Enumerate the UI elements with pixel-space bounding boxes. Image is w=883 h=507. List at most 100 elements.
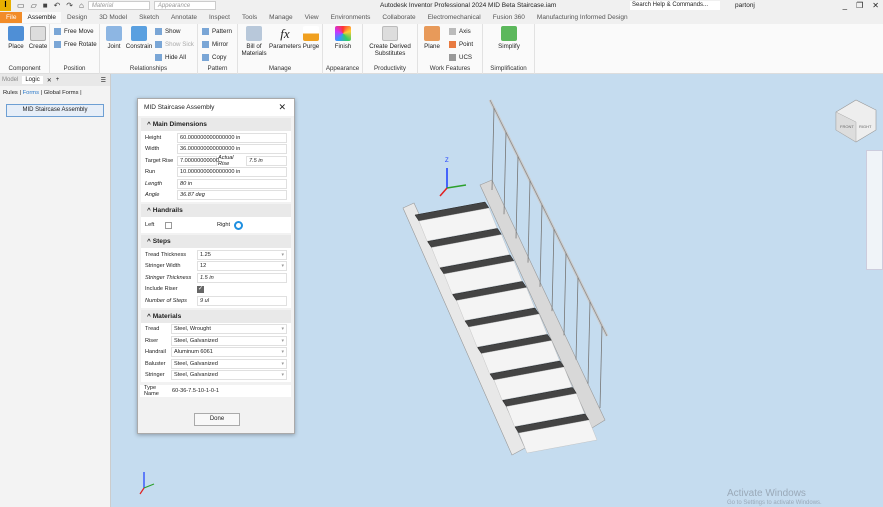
- plane-button[interactable]: Plane: [418, 26, 446, 50]
- baluster-material-dropdown[interactable]: Steel, Galvanized: [171, 358, 287, 369]
- view-cube[interactable]: FRONT RIGHT: [835, 99, 877, 143]
- material-combo[interactable]: Material: [87, 1, 150, 10]
- constrain-button[interactable]: Constrain: [122, 26, 156, 50]
- app-title: Autodesk Inventor Professional 2024 MID …: [380, 2, 557, 9]
- stringer-material-dropdown[interactable]: Steel, Galvanized: [171, 370, 287, 381]
- free-rotate-button[interactable]: Free Rotate: [54, 41, 97, 48]
- hide-all-button[interactable]: Hide All: [155, 54, 186, 61]
- restore-icon[interactable]: ❐: [856, 1, 863, 10]
- tab-electromechanical[interactable]: Electromechanical: [422, 14, 487, 21]
- baluster: [563, 253, 567, 336]
- tread-material-dropdown[interactable]: Steel, Wrought: [171, 324, 287, 335]
- run-field[interactable]: 10.000000000000000 in: [177, 167, 287, 178]
- group-label[interactable]: Pattern: [198, 65, 237, 72]
- axis-button[interactable]: Axis: [449, 28, 471, 35]
- label: Show Sick: [165, 41, 194, 49]
- inventor-logo[interactable]: I: [0, 0, 11, 11]
- tab-view[interactable]: View: [299, 14, 325, 21]
- section-handrails[interactable]: ^ Handrails: [141, 204, 291, 217]
- tab-manage[interactable]: Manage: [263, 14, 299, 21]
- width-field[interactable]: 36.000000000000000 in: [177, 144, 287, 155]
- close-icon[interactable]: ✕: [872, 1, 879, 10]
- group-label[interactable]: Position: [50, 65, 99, 72]
- left-checkbox[interactable]: [165, 221, 172, 229]
- section-title: Steps: [152, 238, 171, 245]
- viewcube-front[interactable]: FRONT: [840, 124, 854, 129]
- user-account[interactable]: partonj: [735, 2, 755, 9]
- form-button-mid-staircase[interactable]: MID Staircase Assembly: [6, 104, 104, 117]
- new-icon[interactable]: ▭: [17, 1, 25, 10]
- tab-assemble[interactable]: Assemble: [22, 12, 62, 23]
- tab-3d-model[interactable]: 3D Model: [93, 14, 133, 21]
- purge-button[interactable]: Purge: [298, 26, 324, 50]
- stringer-width-dropdown[interactable]: 12: [197, 261, 287, 272]
- group-label[interactable]: Component: [0, 65, 49, 72]
- ribbon-tabs: File Assemble Design 3D Model Sketch Annotate…: [0, 11, 883, 24]
- label: Free Move: [64, 28, 94, 36]
- show-button[interactable]: Show: [155, 28, 180, 35]
- add-tab-icon[interactable]: +: [56, 77, 60, 83]
- tab-model[interactable]: Model: [2, 77, 18, 83]
- free-move-button[interactable]: Free Move: [54, 28, 94, 35]
- tab-manufacturing-informed-design[interactable]: Manufacturing Informed Design: [531, 14, 634, 21]
- link-global-forms[interactable]: Global Forms: [44, 90, 79, 96]
- tab-collaborate[interactable]: Collaborate: [376, 14, 421, 21]
- tab-file[interactable]: File: [0, 12, 23, 23]
- tab-logic[interactable]: Logic: [22, 76, 43, 84]
- appearance-combo[interactable]: Appearance: [153, 1, 216, 10]
- close-tab-icon[interactable]: ✕: [47, 77, 52, 84]
- height-field[interactable]: 60.000000000000000 in: [177, 132, 287, 143]
- tab-environments[interactable]: Environments: [325, 14, 377, 21]
- open-icon[interactable]: ▱: [31, 1, 37, 10]
- finish-button[interactable]: Finish: [327, 26, 359, 50]
- save-icon[interactable]: ■: [43, 1, 48, 10]
- tab-tools[interactable]: Tools: [236, 14, 263, 21]
- tab-inspect[interactable]: Inspect: [203, 14, 236, 21]
- link-rules[interactable]: Rules: [3, 90, 18, 96]
- mirror-button[interactable]: Mirror: [202, 41, 228, 48]
- group-label[interactable]: Relationships: [100, 65, 197, 72]
- viewcube-right[interactable]: RIGHT: [859, 124, 872, 129]
- simplify-button[interactable]: Simplify: [493, 26, 525, 50]
- baluster: [491, 107, 495, 191]
- create-derived-button[interactable]: Create Derived Substitutes: [365, 26, 415, 57]
- done-button[interactable]: Done: [194, 413, 240, 426]
- include-riser-checkbox[interactable]: ✓: [197, 285, 204, 293]
- point-button[interactable]: Point: [449, 41, 473, 48]
- tab-annotate[interactable]: Annotate: [165, 14, 203, 21]
- redo-icon[interactable]: ↷: [66, 1, 73, 10]
- right-toggle[interactable]: [234, 220, 244, 230]
- group-label[interactable]: Simplification: [483, 65, 534, 72]
- section-steps[interactable]: ^ Steps: [141, 235, 291, 248]
- tab-design[interactable]: Design: [61, 14, 93, 21]
- minimize-icon[interactable]: _: [843, 1, 847, 10]
- pattern-button[interactable]: Pattern: [202, 28, 232, 35]
- target-rise-field[interactable]: 7.00000000000: [177, 155, 219, 166]
- stringer-width-label: Stringer Width: [145, 263, 181, 270]
- label: Mirror: [212, 41, 229, 49]
- section-main-dimensions[interactable]: ^ Main Dimensions: [141, 118, 291, 131]
- section-materials[interactable]: ^ Materials: [141, 309, 291, 323]
- bom-button[interactable]: Bill of Materials: [238, 26, 270, 57]
- handrail-material-dropdown[interactable]: Aluminum 6061: [171, 347, 287, 358]
- tab-sketch[interactable]: Sketch: [133, 14, 165, 21]
- group-label[interactable]: Manage: [238, 65, 322, 72]
- link-forms[interactable]: Forms: [23, 90, 39, 96]
- home-icon[interactable]: ⌂: [79, 1, 84, 10]
- search-input[interactable]: Search Help & Commands...: [630, 1, 720, 10]
- riser-material-dropdown[interactable]: Steel, Galvanized: [171, 335, 287, 346]
- undo-icon[interactable]: ↶: [54, 1, 61, 10]
- label: Finish: [334, 43, 352, 50]
- label: Simplify: [498, 43, 520, 50]
- angle-value: 36.87 deg: [177, 190, 287, 201]
- tread-material-label: Tread: [145, 326, 160, 333]
- ucs-button[interactable]: UCS: [449, 54, 472, 61]
- copy-button[interactable]: Copy: [202, 54, 226, 61]
- tab-fusion-360[interactable]: Fusion 360: [487, 14, 531, 21]
- menu-icon[interactable]: ☰: [101, 77, 106, 84]
- navigation-bar[interactable]: [866, 150, 883, 270]
- show-sick-button[interactable]: Show Sick: [155, 41, 194, 48]
- close-dialog-icon[interactable]: ✕: [278, 102, 286, 113]
- width-label: Width: [145, 146, 160, 153]
- tread-thickness-dropdown[interactable]: 1.25: [197, 249, 287, 260]
